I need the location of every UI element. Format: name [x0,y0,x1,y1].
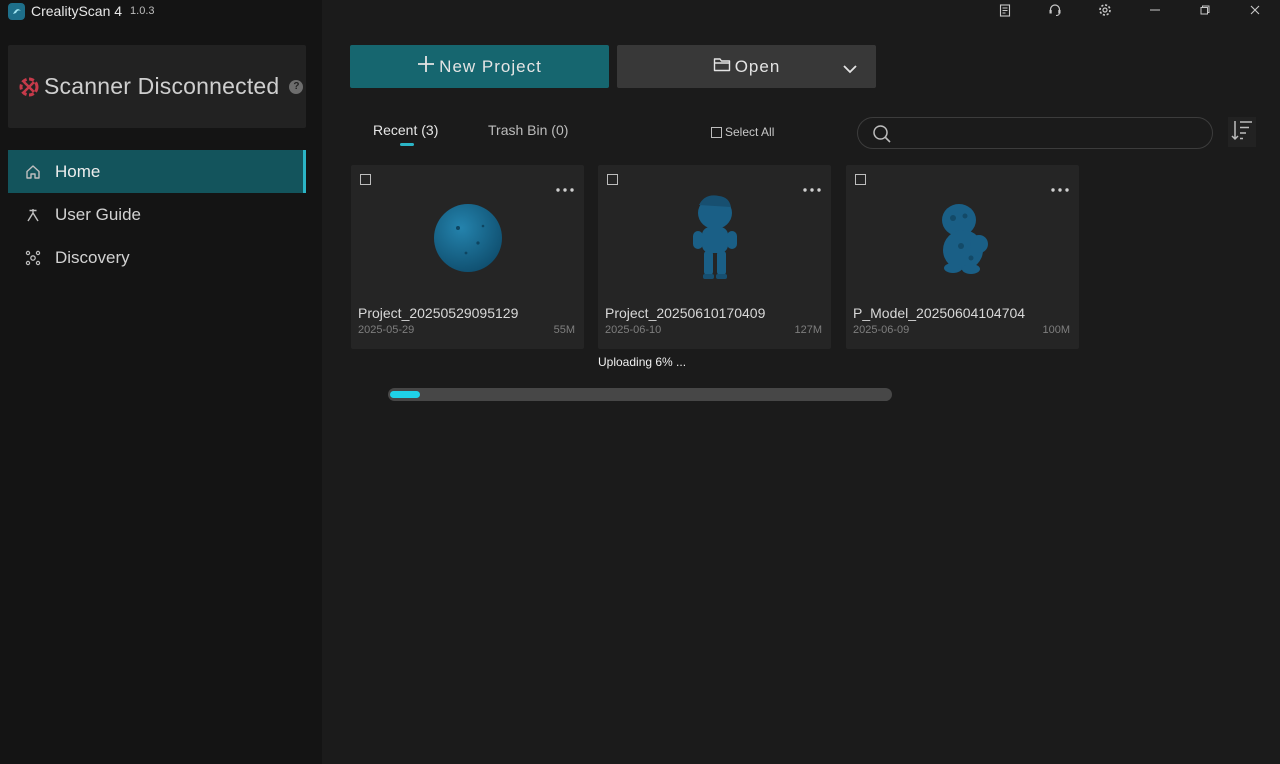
user-guide-icon [24,206,41,223]
close-icon[interactable] [1230,0,1280,20]
project-name: P_Model_20250604104704 [853,305,1026,321]
tab-active-indicator [400,143,414,146]
plus-icon [417,55,435,78]
upload-progress-fill [390,391,420,398]
app-window: CrealityScan 4 1.0.3 Scanner Disconnecte… [0,0,1280,764]
tab-trash-bin[interactable]: Trash Bin (0) [488,122,568,138]
checkbox[interactable] [711,126,722,138]
sidebar-nav: Home User Guide Discovery [8,150,306,279]
project-card[interactable]: Project_20250610170409 2025-06-10 127M [598,165,831,349]
app-version: 1.0.3 [130,5,155,17]
project-thumbnail [598,185,831,290]
search-box[interactable] [857,117,1213,149]
project-thumbnail [351,185,584,290]
select-all-checkbox[interactable]: Select All [711,125,774,139]
upload-status-text: Uploading 6% ... [598,355,687,369]
checkbox[interactable] [360,174,371,185]
sidebar-item-discovery[interactable]: Discovery [8,236,306,279]
support-headset-icon[interactable] [1030,0,1080,20]
sort-icon [1230,118,1254,147]
project-name: Project_20250610170409 [605,305,766,321]
scanner-status-text: Scanner Disconnected [44,73,280,99]
project-date: 2025-06-10 [605,324,662,336]
project-thumbnail [846,185,1079,290]
notes-icon[interactable] [980,0,1030,20]
project-size: 55M [553,324,575,336]
sort-button[interactable] [1228,117,1256,147]
project-date: 2025-06-09 [853,324,910,336]
scanner-disconnected-icon [18,76,40,98]
settings-gear-icon[interactable] [1080,0,1130,20]
sidebar-item-home[interactable]: Home [8,150,306,193]
title-bar: CrealityScan 4 1.0.3 [8,2,155,20]
new-project-button[interactable]: New Project [350,45,609,88]
tab-recent[interactable]: Recent (3) [373,122,438,138]
search-input[interactable] [898,123,1198,143]
sidebar: CrealityScan 4 1.0.3 Scanner Disconnecte… [0,0,322,764]
search-icon [872,124,892,149]
chevron-down-icon[interactable] [842,60,858,80]
upload-progress-bar [388,388,892,401]
open-label: Open [734,56,781,76]
sidebar-item-label: Discovery [55,247,130,267]
app-title: CrealityScan 4 [31,3,123,19]
folder-icon [713,57,731,77]
project-size: 127M [794,324,822,336]
checkbox[interactable] [607,174,618,185]
project-name: Project_20250529095129 [358,305,519,321]
sidebar-item-label: User Guide [55,204,141,224]
project-size: 100M [1042,324,1070,336]
scanner-status-card: Scanner Disconnected ? [8,45,306,128]
project-card[interactable]: P_Model_20250604104704 2025-06-09 100M [846,165,1079,349]
restore-icon[interactable] [1180,0,1230,20]
minimize-icon[interactable] [1130,0,1180,20]
help-icon[interactable]: ? [289,79,304,94]
project-date: 2025-05-29 [358,324,415,336]
open-button[interactable]: Open [617,45,876,88]
project-card[interactable]: Project_20250529095129 2025-05-29 55M [351,165,584,349]
home-icon [24,163,41,180]
sidebar-item-label: Home [55,161,101,181]
select-all-label: Select All [725,125,775,139]
sidebar-item-user-guide[interactable]: User Guide [8,193,306,236]
discovery-icon [24,249,41,266]
checkbox[interactable] [855,174,866,185]
app-logo-icon [8,2,25,20]
window-controls [980,0,1280,20]
new-project-label: New Project [439,56,542,76]
